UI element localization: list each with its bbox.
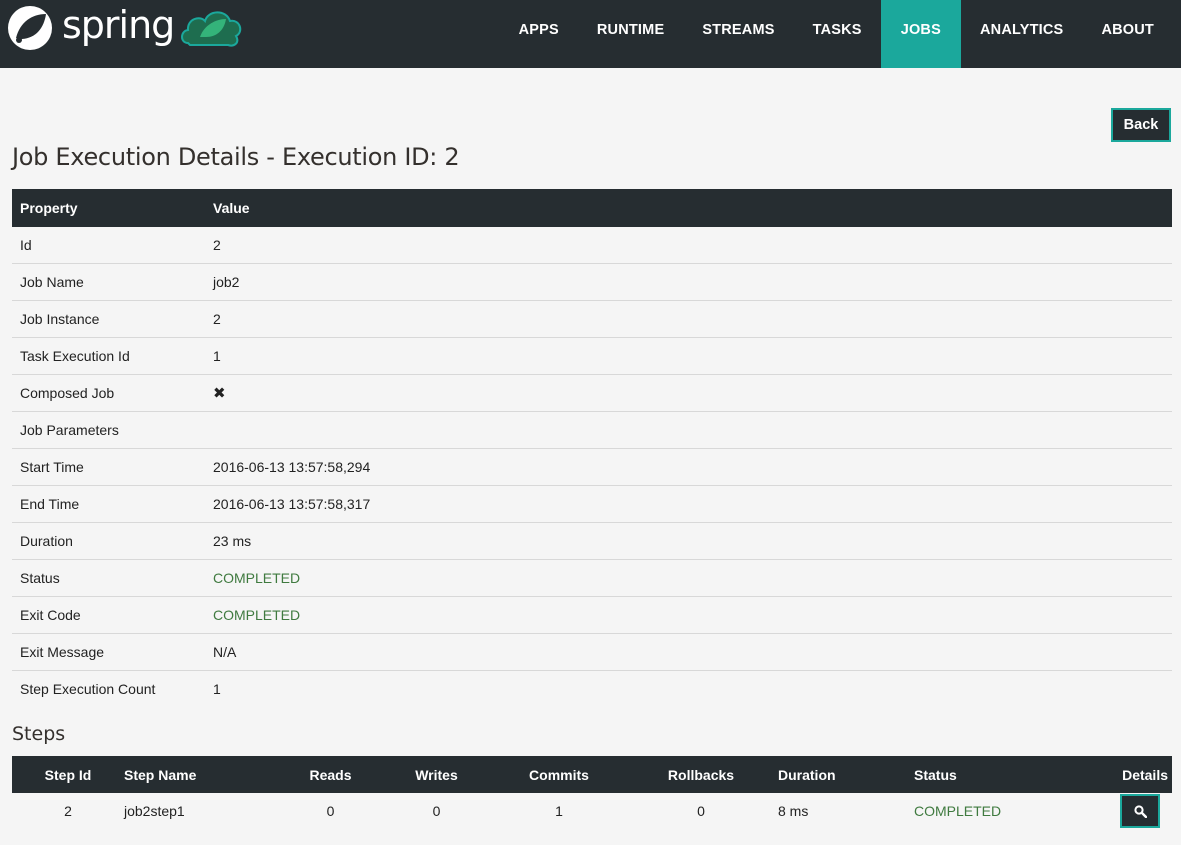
property-label: Job Name bbox=[12, 263, 205, 301]
table-row: 2 job2step1 0 0 1 0 8 ms COMPLETED bbox=[12, 793, 1172, 829]
rollbacks-cell: 0 bbox=[697, 803, 705, 819]
column-header-reads: Reads bbox=[282, 756, 379, 793]
table-row: Job Instance 2 bbox=[12, 300, 1172, 338]
table-row: Task Execution Id 1 bbox=[12, 337, 1172, 375]
back-button[interactable]: Back bbox=[1111, 108, 1171, 142]
property-value: 2 bbox=[205, 300, 1172, 338]
property-value: ✖ bbox=[205, 374, 1172, 412]
table-row: Exit Message N/A bbox=[12, 633, 1172, 671]
steps-section-title: Steps bbox=[12, 723, 66, 745]
column-header-property: Property bbox=[12, 189, 205, 227]
nav-tasks[interactable]: TASKS bbox=[794, 0, 881, 60]
brand-logo[interactable]: spring bbox=[6, 3, 244, 52]
nav-apps[interactable]: APPS bbox=[500, 0, 578, 60]
top-navbar: spring APPS RUNTIME STREAMS TASKS JOBS A… bbox=[0, 0, 1181, 68]
main-nav: APPS RUNTIME STREAMS TASKS JOBS ANALYTIC… bbox=[500, 0, 1181, 68]
property-value: 1 bbox=[205, 670, 1172, 707]
column-header-status: Status bbox=[914, 756, 1064, 793]
column-header-step-id: Step Id bbox=[12, 756, 124, 793]
brand-name: spring bbox=[62, 3, 175, 47]
property-value bbox=[205, 411, 1172, 449]
search-icon bbox=[1134, 805, 1147, 818]
property-label: Id bbox=[12, 227, 205, 264]
column-header-details: Details bbox=[1064, 756, 1172, 793]
step-id-cell: 2 bbox=[64, 803, 72, 819]
table-header-row: Step Id Step Name Reads Writes Commits R… bbox=[12, 756, 1172, 793]
property-value: 2016-06-13 13:57:58,294 bbox=[205, 448, 1172, 486]
nav-about[interactable]: ABOUT bbox=[1082, 0, 1181, 60]
nav-jobs[interactable]: JOBS bbox=[880, 0, 961, 68]
property-label: Step Execution Count bbox=[12, 670, 205, 707]
property-label: Start Time bbox=[12, 448, 205, 486]
step-name-cell: job2step1 bbox=[124, 803, 185, 819]
table-row: Start Time 2016-06-13 13:57:58,294 bbox=[12, 448, 1172, 486]
table-row: Job Parameters bbox=[12, 411, 1172, 449]
column-header-value: Value bbox=[205, 189, 1172, 227]
table-row: Exit Code COMPLETED bbox=[12, 596, 1172, 634]
nav-streams[interactable]: STREAMS bbox=[683, 0, 793, 60]
property-label: End Time bbox=[12, 485, 205, 523]
property-label: Job Parameters bbox=[12, 411, 205, 449]
close-icon: ✖ bbox=[213, 385, 226, 402]
job-properties-table: Property Value Id 2 Job Name job2 Job In… bbox=[12, 189, 1172, 707]
column-header-duration: Duration bbox=[778, 756, 914, 793]
column-header-writes: Writes bbox=[379, 756, 494, 793]
status-cell: COMPLETED bbox=[914, 803, 1002, 819]
reads-cell: 0 bbox=[326, 803, 335, 819]
table-row: Status COMPLETED bbox=[12, 559, 1172, 597]
dataflow-cloud-icon bbox=[181, 11, 242, 47]
column-header-rollbacks: Rollbacks bbox=[624, 756, 778, 793]
step-details-button[interactable] bbox=[1120, 794, 1160, 828]
property-label: Job Instance bbox=[12, 300, 205, 338]
duration-cell: 8 ms bbox=[778, 803, 809, 819]
property-label: Exit Code bbox=[12, 596, 205, 634]
table-row: Duration 23 ms bbox=[12, 522, 1172, 560]
property-value: 23 ms bbox=[205, 522, 1172, 560]
property-value: 2 bbox=[205, 227, 1172, 264]
table-row: End Time 2016-06-13 13:57:58,317 bbox=[12, 485, 1172, 523]
column-header-step-name: Step Name bbox=[124, 756, 282, 793]
table-row: Step Execution Count 1 bbox=[12, 670, 1172, 707]
table-row: Composed Job ✖ bbox=[12, 374, 1172, 412]
property-label: Duration bbox=[12, 522, 205, 560]
property-value: 2016-06-13 13:57:58,317 bbox=[205, 485, 1172, 523]
property-value: 1 bbox=[205, 337, 1172, 375]
property-label: Exit Message bbox=[12, 633, 205, 671]
writes-cell: 0 bbox=[432, 803, 441, 819]
table-row: Job Name job2 bbox=[12, 263, 1172, 301]
property-value: job2 bbox=[205, 263, 1172, 301]
status-value: COMPLETED bbox=[205, 559, 1172, 597]
details-cell bbox=[1064, 793, 1172, 829]
table-header-row: Property Value bbox=[12, 189, 1172, 227]
steps-table: Step Id Step Name Reads Writes Commits R… bbox=[12, 756, 1172, 829]
property-value: N/A bbox=[205, 633, 1172, 671]
spring-logo-icon bbox=[8, 6, 52, 50]
property-label: Task Execution Id bbox=[12, 337, 205, 375]
property-label: Status bbox=[12, 559, 205, 597]
commits-cell: 1 bbox=[555, 803, 563, 819]
table-row: Id 2 bbox=[12, 227, 1172, 264]
page-title: Job Execution Details - Execution ID: 2 bbox=[12, 143, 460, 171]
column-header-commits: Commits bbox=[494, 756, 624, 793]
property-label: Composed Job bbox=[12, 374, 205, 412]
nav-analytics[interactable]: ANALYTICS bbox=[961, 0, 1082, 60]
nav-runtime[interactable]: RUNTIME bbox=[578, 0, 683, 60]
exit-code-value: COMPLETED bbox=[205, 596, 1172, 634]
